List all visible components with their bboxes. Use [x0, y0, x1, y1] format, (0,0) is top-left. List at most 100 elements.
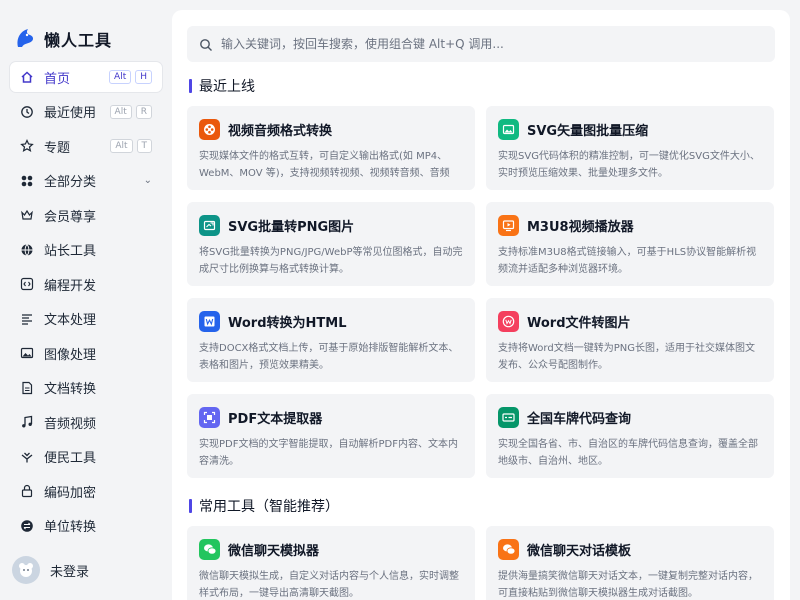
shortcut-key: H	[135, 70, 152, 84]
sidebar-item-label: 文档转换	[44, 382, 97, 397]
section-marker	[189, 79, 192, 93]
card-description: 实现全国各省、市、自治区的车牌代码信息查询，覆盖全部地级市、自治州、地区。	[498, 439, 758, 467]
card-title: 视频音频格式转换	[228, 123, 333, 139]
sidebar: 懒人工具 首页 Alt H 最近使用 Alt R 专题 Alt T 全部分类 ⌄	[0, 0, 170, 600]
search-bar[interactable]	[187, 26, 775, 62]
section-common-tools: 常用工具（智能推荐）	[189, 496, 339, 516]
tool-card[interactable]: Word转换为HTML 支持DOCX格式文档上传，可基于原始排版智能解析文本、表…	[187, 298, 475, 382]
section-title: 常用工具（智能推荐）	[199, 499, 339, 515]
film-icon	[199, 118, 220, 140]
sidebar-item-label: 音频视频	[44, 416, 97, 432]
card-title: SVG批量转PNG图片	[228, 219, 355, 235]
avatar	[12, 556, 40, 584]
section-title: 最近上线	[199, 79, 255, 95]
license-plate-icon	[498, 406, 519, 428]
card-title: PDF文本提取器	[228, 411, 323, 427]
user-login[interactable]: 未登录	[12, 556, 89, 584]
sidebar-item-label: 最近使用	[44, 106, 97, 121]
card-description: 实现PDF文档的文字智能提取，自动解析PDF内容、文本内容清洗。	[199, 439, 458, 467]
shortcut-key: Alt	[109, 104, 132, 119]
card-description: 支持DOCX格式文档上传，可基于原始排版智能解析文本、表格和图片，预览效果精美。	[199, 343, 459, 371]
star-icon	[20, 139, 34, 153]
player-icon	[498, 214, 519, 236]
card-description: 实现SVG代码体积的精准控制，可一键优化SVG文件大小、实时预览压缩效果、批量处…	[498, 151, 760, 179]
sidebar-item-label: 站长工具	[44, 244, 97, 259]
sidebar-item-vip[interactable]: 会员尊享	[10, 200, 162, 230]
tool-card[interactable]: 全国车牌代码查询 实现全国各省、市、自治区的车牌代码信息查询，覆盖全部地级市、自…	[486, 394, 774, 478]
card-description: 实现媒体文件的格式互转，可自定义输出格式(如 MP4、WebM、MOV 等)，支…	[199, 151, 450, 179]
sidebar-item-image[interactable]: 图像处理	[10, 338, 162, 368]
clock-icon	[20, 105, 34, 119]
sidebar-item-label: 编程开发	[44, 278, 97, 294]
card-title: 微信聊天对话模板	[527, 543, 632, 559]
sidebar-item-convenience[interactable]: 便民工具	[10, 442, 162, 472]
user-name: 未登录	[50, 564, 90, 580]
convert-icon	[20, 519, 34, 533]
shortcut-key: Alt	[109, 70, 132, 84]
sidebar-item-label: 会员尊享	[44, 209, 97, 225]
grid-icon	[20, 174, 34, 188]
scan-icon	[199, 406, 220, 428]
card-description: 支持标准M3U8格式链接输入，可基于HLS协议智能解析视频流并适配多种浏览器环境…	[498, 247, 757, 275]
crown-icon	[20, 208, 34, 222]
hands-icon	[20, 450, 34, 464]
sidebar-item-label: 全部分类	[44, 175, 97, 190]
card-title: 微信聊天模拟器	[228, 543, 320, 559]
sidebar-item-label: 编码加密	[44, 485, 97, 501]
sidebar-item-unit-conversion[interactable]: 单位转换	[10, 511, 162, 541]
sidebar-item-home[interactable]: 首页 Alt H	[10, 62, 162, 92]
lock-icon	[20, 484, 34, 498]
dolphin-logo-icon	[14, 26, 36, 52]
card-title: SVG矢量图批量压缩	[527, 123, 649, 139]
image-convert-icon	[199, 214, 220, 236]
music-icon	[20, 415, 34, 429]
text-icon	[20, 312, 34, 326]
wechat-icon	[199, 538, 220, 560]
sidebar-item-audio-video[interactable]: 音频视频	[10, 407, 162, 437]
tool-card[interactable]: 视频音频格式转换 实现媒体文件的格式互转，可自定义输出格式(如 MP4、WebM…	[187, 106, 475, 190]
search-icon	[199, 37, 213, 51]
tool-card[interactable]: SVG批量转PNG图片 将SVG批量转换为PNG/JPG/WebP等常见位图格式…	[187, 202, 475, 286]
sidebar-item-label: 首页	[44, 71, 71, 87]
card-title: Word文件转图片	[527, 315, 631, 331]
tool-card[interactable]: SVG矢量图批量压缩 实现SVG代码体积的精准控制，可一键优化SVG文件大小、实…	[486, 106, 774, 190]
tool-card[interactable]: PDF文本提取器 实现PDF文档的文字智能提取，自动解析PDF内容、文本内容清洗…	[187, 394, 475, 478]
sidebar-item-recent[interactable]: 最近使用 Alt R	[10, 97, 162, 127]
sidebar-item-topics[interactable]: 专题 Alt T	[10, 131, 162, 161]
app-name: 懒人工具	[44, 31, 113, 50]
sidebar-item-programming[interactable]: 编程开发	[10, 269, 162, 299]
card-title: 全国车牌代码查询	[527, 411, 632, 427]
sidebar-item-label: 图像处理	[44, 347, 97, 363]
sidebar-item-label: 便民工具	[44, 451, 97, 466]
main-content: 最近上线 视频音频格式转换 实现媒体文件的格式互转，可自定义输出格式(如 MP4…	[172, 10, 790, 600]
section-recent: 最近上线	[189, 76, 255, 96]
card-description: 微信聊天模拟生成，自定义对话内容与个人信息，实时调整样式布局，一键导出高清聊天截…	[199, 571, 459, 599]
sidebar-item-encoding[interactable]: 编码加密	[10, 476, 162, 506]
card-title: M3U8视频播放器	[527, 219, 634, 235]
image-compress-icon	[498, 118, 519, 140]
sidebar-item-text[interactable]: 文本处理	[10, 304, 162, 334]
card-description: 将SVG批量转换为PNG/JPG/WebP等常见位图格式，自动完成尺寸比例换算与…	[199, 247, 463, 275]
tool-card[interactable]: 微信聊天模拟器 微信聊天模拟生成，自定义对话内容与个人信息，实时调整样式布局，一…	[187, 526, 475, 600]
sidebar-item-all-categories[interactable]: 全部分类 ⌄	[10, 166, 162, 196]
word-icon	[199, 310, 220, 332]
wechat-template-icon	[498, 538, 519, 560]
search-input[interactable]	[221, 37, 761, 51]
tool-card[interactable]: 微信聊天对话模板 提供海量搞笑微信聊天对话文本，一键复制完整对话内容，可直接粘贴…	[486, 526, 774, 600]
code-icon	[20, 277, 34, 291]
sidebar-item-document[interactable]: 文档转换	[10, 373, 162, 403]
sidebar-nav: 首页 Alt H 最近使用 Alt R 专题 Alt T 全部分类 ⌄ 会员尊享…	[10, 62, 162, 545]
tool-card[interactable]: M3U8视频播放器 支持标准M3U8格式链接输入，可基于HLS协议智能解析视频流…	[486, 202, 774, 286]
image-icon	[20, 346, 34, 360]
home-icon	[20, 70, 34, 84]
shortcut-key: T	[136, 139, 152, 153]
card-description: 提供海量搞笑微信聊天对话文本，一键复制完整对话内容，可直接粘贴到微信聊天模拟器生…	[498, 571, 758, 599]
logo[interactable]: 懒人工具	[14, 26, 112, 52]
shortcut-key: R	[135, 104, 152, 119]
document-icon	[20, 381, 34, 395]
sidebar-item-label: 专题	[44, 140, 71, 156]
shortcut-key: Alt	[110, 139, 133, 153]
section-marker	[189, 499, 192, 513]
tool-card[interactable]: Word文件转图片 支持将Word文档一键转为PNG长图，适用于社交媒体图文发布…	[486, 298, 774, 382]
sidebar-item-webmaster[interactable]: 站长工具	[10, 235, 162, 265]
